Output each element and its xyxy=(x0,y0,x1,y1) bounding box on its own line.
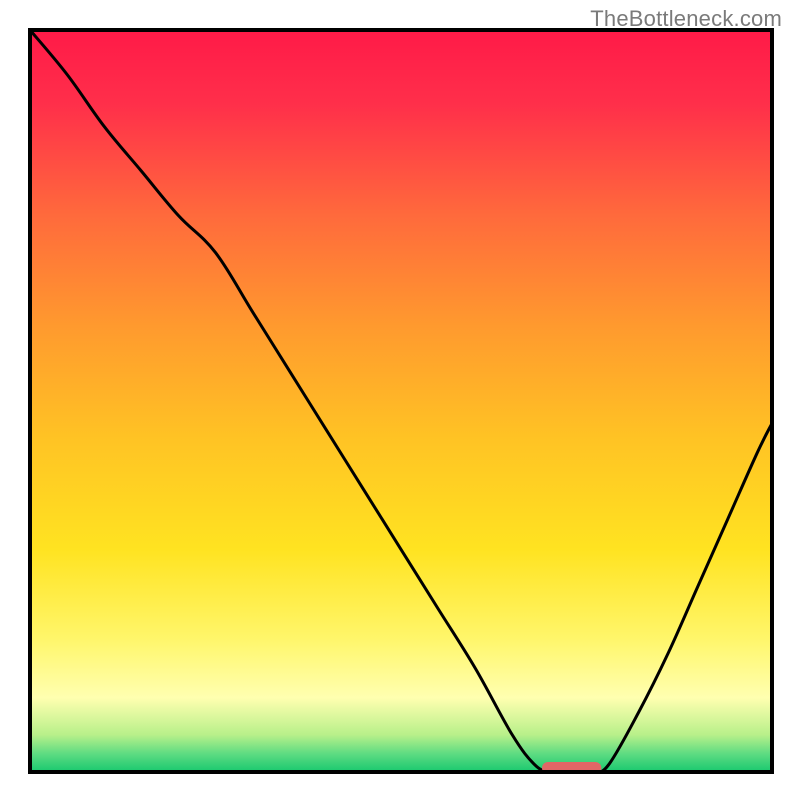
watermark-text: TheBottleneck.com xyxy=(590,6,782,32)
chart-container: TheBottleneck.com xyxy=(0,0,800,800)
bottleneck-chart xyxy=(0,0,800,800)
plot-background xyxy=(30,30,772,772)
